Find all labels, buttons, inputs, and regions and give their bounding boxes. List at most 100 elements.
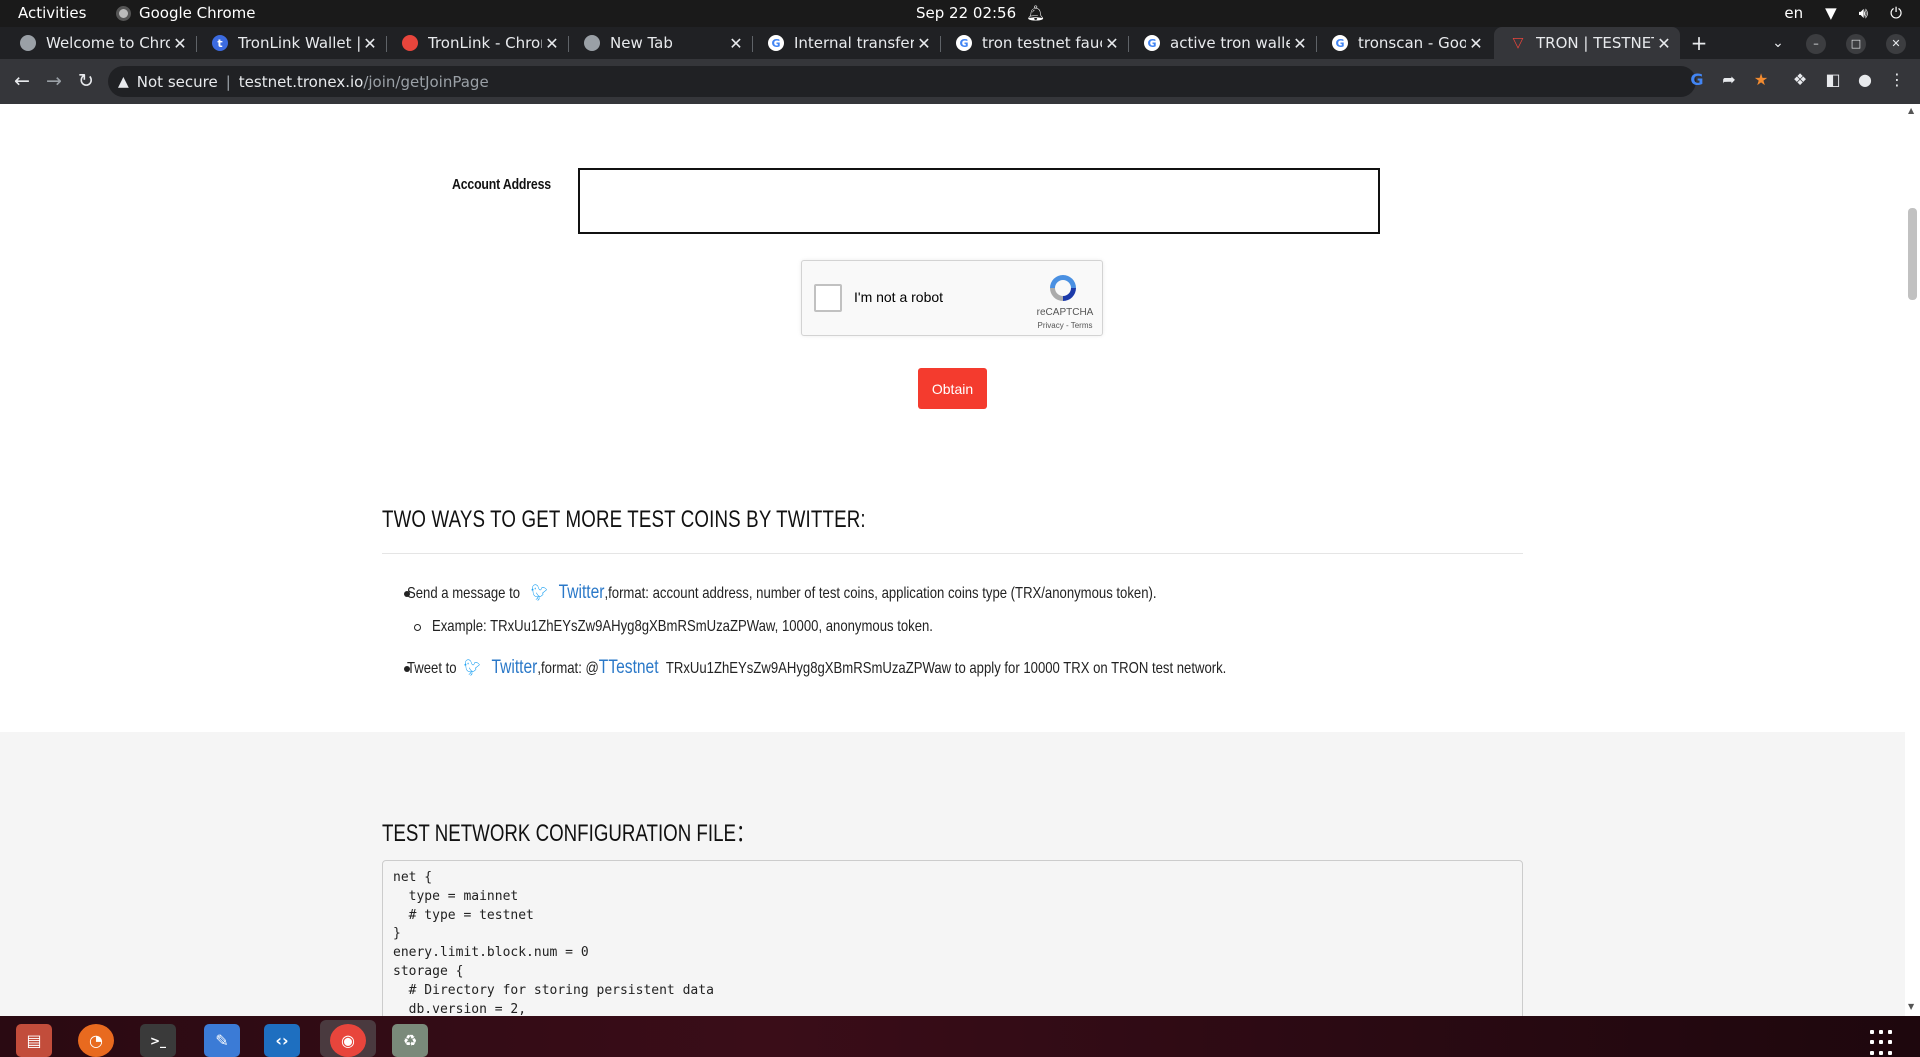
- google-icon: G: [1144, 35, 1160, 51]
- new-tab-button[interactable]: +: [1687, 31, 1711, 55]
- close-tab-icon[interactable]: ✕: [542, 34, 562, 53]
- tab-tronscan-google[interactable]: G tronscan - Googl ✕: [1316, 27, 1492, 59]
- bookmark-star-icon[interactable]: ★: [1751, 70, 1771, 90]
- language-indicator[interactable]: en: [1784, 4, 1803, 22]
- extensions-puzzle-icon[interactable]: ❖: [1790, 70, 1810, 90]
- recaptcha-label: I'm not a robot: [854, 289, 944, 305]
- scrollbar-thumb[interactable]: [1908, 208, 1917, 300]
- text-editor-icon[interactable]: ✎: [204, 1024, 240, 1057]
- account-address-label: Account Address: [452, 176, 551, 193]
- vscode-icon[interactable]: ‹›: [264, 1024, 300, 1057]
- firefox-icon[interactable]: ◔: [78, 1024, 114, 1057]
- tab-strip: Welcome to Chro ✕ t TronLink Wallet | ✕ …: [0, 27, 1920, 59]
- address-bar[interactable]: ▲ Not secure | testnet.tronex.io /join/g…: [108, 66, 1696, 97]
- account-address-input[interactable]: [578, 168, 1380, 234]
- close-tab-icon[interactable]: ✕: [1466, 34, 1486, 53]
- tab-tronlink-chrome[interactable]: TronLink - Chrom ✕: [386, 27, 568, 59]
- close-window-button[interactable]: ✕: [1886, 34, 1906, 54]
- recaptcha-checkbox[interactable]: [814, 284, 842, 312]
- tab-welcome[interactable]: Welcome to Chro ✕: [4, 27, 196, 59]
- tab-active-tron-wallet[interactable]: G active tron wallet ✕: [1128, 27, 1316, 59]
- ttestnet-link[interactable]: TTestnet: [599, 657, 659, 678]
- chrome-icon: [584, 35, 600, 51]
- tab-title: TronLink - Chrom: [428, 34, 542, 52]
- config-code-block: net { type = mainnet # type = testnet } …: [382, 860, 1523, 1016]
- minimize-button[interactable]: –: [1806, 34, 1826, 54]
- tab-new-tab[interactable]: New Tab ✕: [568, 27, 752, 59]
- recaptcha-brand: reCAPTCHA: [1036, 307, 1094, 318]
- tab-title: TRON | TESTNET: [1536, 34, 1654, 52]
- terminal-icon[interactable]: >_: [140, 1024, 176, 1057]
- tab-internal-transfer[interactable]: G Internal transfer ✕: [752, 27, 940, 59]
- tab-search-button[interactable]: ⌄: [1766, 31, 1790, 55]
- obtain-button[interactable]: Obtain: [918, 368, 987, 409]
- recaptcha-widget: I'm not a robot reCAPTCHA Privacy - Term…: [801, 260, 1103, 336]
- show-applications-icon[interactable]: [1870, 1030, 1896, 1056]
- tab-title: New Tab: [610, 34, 673, 52]
- page-content: Account Address I'm not a robot reCAPTCH…: [0, 104, 1905, 1016]
- url-path: /join/getJoinPage: [363, 72, 489, 91]
- files-icon[interactable]: ▤: [16, 1024, 52, 1057]
- wifi-icon: ▼: [1825, 4, 1837, 22]
- activities-button[interactable]: Activities: [18, 4, 86, 22]
- twitter-link[interactable]: Twitter: [559, 582, 605, 603]
- item-prefix: Tweet to: [407, 660, 457, 677]
- forward-button[interactable]: →: [42, 69, 66, 93]
- bell-icon: 🔔︎: [1026, 4, 1046, 22]
- share-icon[interactable]: ➦: [1719, 70, 1739, 90]
- close-tab-icon[interactable]: ✕: [170, 34, 190, 53]
- tab-tronlink-wallet[interactable]: t TronLink Wallet | ✕: [196, 27, 386, 59]
- chrome-icon[interactable]: ◉: [330, 1024, 366, 1057]
- app-menu[interactable]: Google Chrome: [116, 4, 256, 22]
- more-menu-icon[interactable]: ⋮: [1887, 70, 1907, 90]
- recaptcha-privacy-terms[interactable]: Privacy - Terms: [1034, 321, 1096, 330]
- trash-icon[interactable]: ♻: [392, 1024, 428, 1057]
- side-panel-icon[interactable]: ◧: [1823, 70, 1843, 90]
- google-icon: G: [1332, 35, 1348, 51]
- close-tab-icon[interactable]: ✕: [1290, 34, 1310, 53]
- scroll-up-icon[interactable]: ▲: [1908, 106, 1914, 115]
- back-button[interactable]: ←: [10, 69, 34, 93]
- list-item-tweet: Tweet to 🐦︎ Twitter,format: @TTestnet TR…: [407, 657, 1226, 679]
- reload-button[interactable]: ↻: [74, 69, 98, 93]
- twitter-bird-icon: 🐦︎: [463, 660, 481, 677]
- google-icon: G: [768, 35, 784, 51]
- close-tab-icon[interactable]: ✕: [914, 34, 934, 53]
- item-prefix: Send a message to: [407, 585, 521, 602]
- volume-icon: 🔊︎: [1858, 4, 1869, 22]
- item-mid: ,format: @: [537, 660, 599, 677]
- close-tab-icon[interactable]: ✕: [360, 34, 380, 53]
- tronlink-icon: t: [212, 35, 228, 51]
- chrome-icon: [20, 35, 36, 51]
- tab-title: TronLink Wallet |: [238, 34, 360, 52]
- tab-title: Welcome to Chro: [46, 34, 170, 52]
- warning-icon[interactable]: ▲: [118, 74, 129, 90]
- config-section-heading: TEST NETWORK CONFIGURATION FILE：: [382, 820, 755, 847]
- clock[interactable]: Sep 22 02:56 🔔︎: [916, 4, 1045, 22]
- tab-title: active tron wallet: [1170, 34, 1290, 52]
- tab-title: tronscan - Googl: [1358, 34, 1466, 52]
- close-tab-icon[interactable]: ✕: [1102, 34, 1122, 53]
- google-lens-icon[interactable]: G: [1687, 70, 1707, 90]
- scroll-down-icon[interactable]: ▼: [1908, 1002, 1914, 1011]
- item-suffix: TRxUu1ZhEYsZw9AHyg8gXBmRSmUzaZPWaw to ap…: [665, 660, 1227, 677]
- url-host: testnet.tronex.io: [238, 72, 364, 91]
- tab-tron-testnet[interactable]: ▽ TRON | TESTNET ✕: [1494, 27, 1680, 59]
- clock-text: Sep 22 02:56: [916, 4, 1017, 22]
- twitter-link[interactable]: Twitter: [491, 657, 537, 678]
- page-scrollbar[interactable]: ▲ ▼: [1905, 104, 1920, 1016]
- power-icon: ⏻: [1890, 4, 1902, 22]
- security-label: Not secure: [136, 72, 218, 91]
- section-divider: [382, 553, 1523, 554]
- system-tray[interactable]: en ▼ 🔊︎ ⏻: [1784, 4, 1902, 22]
- tab-tron-testnet-faucet[interactable]: G tron testnet fauc ✕: [940, 27, 1128, 59]
- close-tab-icon[interactable]: ✕: [726, 34, 746, 53]
- profile-icon[interactable]: ●: [1855, 70, 1875, 90]
- dock: ▤ ◔ >_ ✎ ‹› ◉ ♻: [0, 1016, 1920, 1057]
- chrome-icon: [116, 5, 131, 21]
- close-tab-icon[interactable]: ✕: [1654, 34, 1674, 53]
- tab-title: Internal transfer: [794, 34, 914, 52]
- app-name: Google Chrome: [139, 4, 256, 22]
- recaptcha-logo-icon: [1050, 275, 1076, 301]
- maximize-button[interactable]: □: [1846, 34, 1866, 54]
